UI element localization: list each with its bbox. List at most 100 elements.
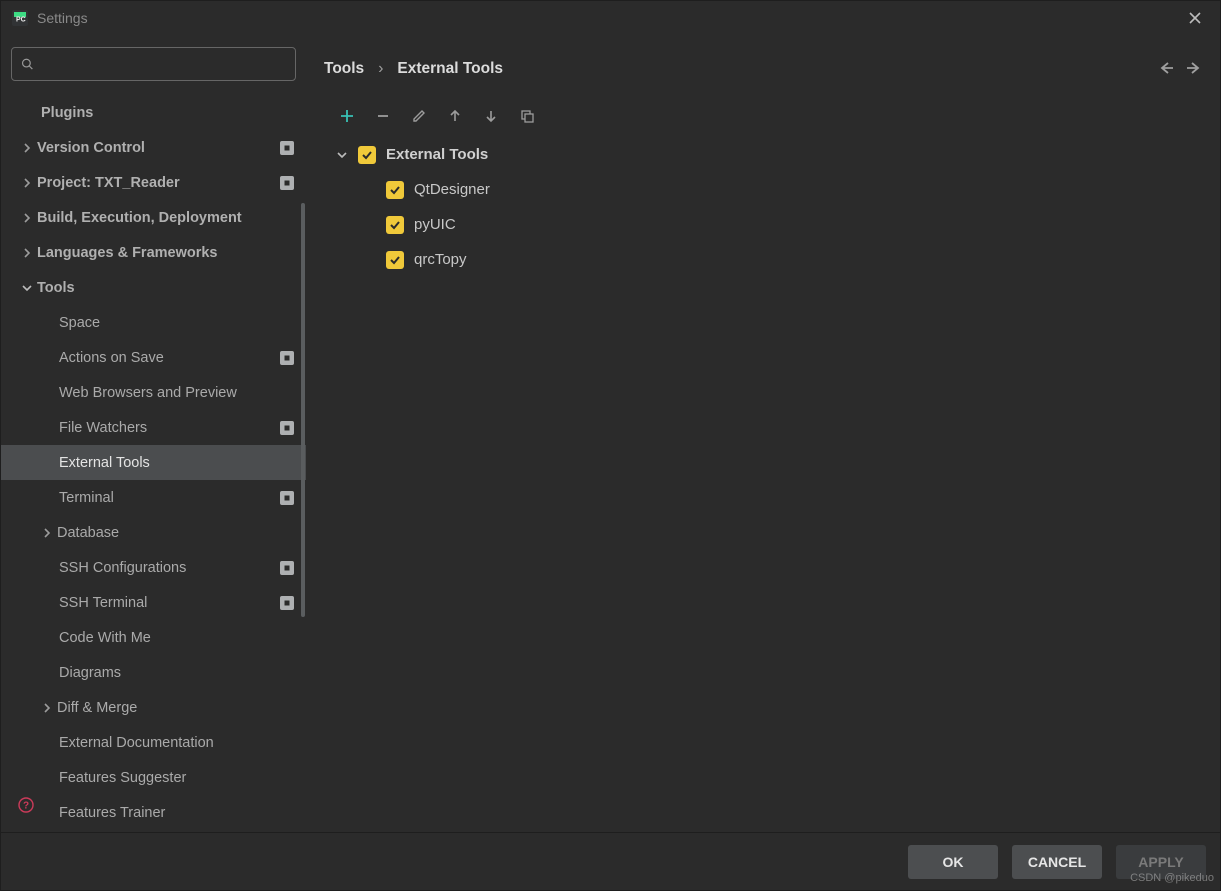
sidebar-item[interactable]: Plugins bbox=[1, 95, 306, 130]
help-button[interactable]: ? bbox=[13, 792, 39, 818]
edit-tool-button[interactable] bbox=[410, 107, 428, 125]
search-icon bbox=[20, 56, 35, 72]
sidebar-item-label: Actions on Save bbox=[59, 350, 164, 366]
group-checkbox[interactable] bbox=[358, 146, 376, 164]
sidebar-item[interactable]: Database bbox=[1, 515, 306, 550]
sidebar-item[interactable]: Languages & Frameworks bbox=[1, 235, 306, 270]
tools-toolbar bbox=[324, 103, 1202, 137]
project-badge-icon bbox=[280, 596, 294, 610]
sidebar-item[interactable]: SSH Terminal bbox=[1, 585, 306, 620]
sidebar-item[interactable]: External Tools bbox=[1, 445, 306, 480]
dialog-footer: OK CANCEL APPLY bbox=[1, 832, 1220, 890]
settings-dialog: PC Settings PluginsVer bbox=[0, 0, 1221, 891]
sidebar-item-label: Version Control bbox=[37, 140, 145, 156]
sidebar-item[interactable]: Build, Execution, Deployment bbox=[1, 200, 306, 235]
svg-text:?: ? bbox=[23, 801, 29, 812]
arrow-up-icon bbox=[448, 109, 462, 123]
scrollbar-thumb[interactable] bbox=[301, 203, 305, 617]
sidebar-item-label: Code With Me bbox=[59, 630, 151, 646]
sidebar-item[interactable]: Features Suggester bbox=[1, 760, 306, 795]
sidebar-item[interactable]: External Documentation bbox=[1, 725, 306, 760]
breadcrumb: Tools › External Tools bbox=[324, 60, 503, 78]
header-row: Tools › External Tools bbox=[324, 35, 1202, 103]
chevron-right-icon bbox=[39, 703, 55, 713]
ok-button[interactable]: OK bbox=[908, 845, 998, 879]
sidebar-item-label: Terminal bbox=[59, 490, 114, 506]
move-down-button[interactable] bbox=[482, 107, 500, 125]
sidebar-item[interactable]: Features Trainer bbox=[1, 795, 306, 830]
sidebar-item[interactable]: Space bbox=[1, 305, 306, 340]
breadcrumb-leaf: External Tools bbox=[397, 60, 503, 78]
tool-item[interactable]: qrcTopy bbox=[336, 242, 1202, 277]
external-tools-tree[interactable]: External Tools QtDesigner pyUIC qrcTopy bbox=[324, 137, 1202, 277]
titlebar: PC Settings bbox=[1, 1, 1220, 35]
close-button[interactable] bbox=[1180, 3, 1210, 33]
sidebar-item[interactable]: SSH Configurations bbox=[1, 550, 306, 585]
back-button[interactable] bbox=[1158, 61, 1174, 78]
dialog-body: Plugins Version Control Project: TXT_Reade… bbox=[1, 35, 1220, 832]
pencil-icon bbox=[412, 109, 426, 123]
settings-main: Tools › External Tools bbox=[306, 35, 1220, 832]
sidebar-item-label: Database bbox=[57, 525, 119, 541]
sidebar-item[interactable]: Project: TXT_Reader bbox=[1, 165, 306, 200]
sidebar-item-label: External Tools bbox=[59, 455, 150, 471]
sidebar-item-label: SSH Terminal bbox=[59, 595, 147, 611]
project-badge-icon bbox=[280, 141, 294, 155]
sidebar-item[interactable]: Diagrams bbox=[1, 655, 306, 690]
apply-button[interactable]: APPLY bbox=[1116, 845, 1206, 879]
pycharm-icon: PC bbox=[11, 9, 29, 27]
remove-tool-button[interactable] bbox=[374, 107, 392, 125]
sidebar-item-label: Diagrams bbox=[59, 665, 121, 681]
sidebar-item-label: Tools bbox=[37, 280, 75, 296]
tools-group-node[interactable]: External Tools bbox=[336, 137, 1202, 172]
sidebar-item[interactable]: Code With Me bbox=[1, 620, 306, 655]
help-icon: ? bbox=[17, 796, 35, 814]
copy-tool-button[interactable] bbox=[518, 107, 536, 125]
add-tool-button[interactable] bbox=[338, 107, 356, 125]
sidebar-item[interactable]: File Watchers bbox=[1, 410, 306, 445]
tool-checkbox[interactable] bbox=[386, 251, 404, 269]
breadcrumb-root[interactable]: Tools bbox=[324, 60, 364, 78]
tool-item[interactable]: QtDesigner bbox=[336, 172, 1202, 207]
sidebar-item[interactable]: Diff & Merge bbox=[1, 690, 306, 725]
tool-checkbox[interactable] bbox=[386, 216, 404, 234]
chevron-down-icon bbox=[336, 149, 348, 161]
sidebar-item-label: External Documentation bbox=[59, 735, 214, 751]
settings-tree[interactable]: Plugins Version Control Project: TXT_Reade… bbox=[1, 85, 306, 832]
arrow-down-icon bbox=[484, 109, 498, 123]
arrow-left-icon bbox=[1158, 61, 1174, 75]
tool-label: QtDesigner bbox=[414, 181, 490, 198]
close-icon bbox=[1188, 11, 1202, 25]
sidebar-item[interactable]: Terminal bbox=[1, 480, 306, 515]
sidebar-item-label: Space bbox=[59, 315, 100, 331]
check-icon bbox=[389, 254, 401, 266]
sidebar-item-label: Web Browsers and Preview bbox=[59, 385, 237, 401]
chevron-right-icon bbox=[19, 213, 35, 223]
sidebar-item-label: SSH Configurations bbox=[59, 560, 186, 576]
tool-checkbox[interactable] bbox=[386, 181, 404, 199]
cancel-button[interactable]: CANCEL bbox=[1012, 845, 1102, 879]
chevron-right-icon bbox=[19, 178, 35, 188]
tool-item[interactable]: pyUIC bbox=[336, 207, 1202, 242]
project-badge-icon bbox=[280, 421, 294, 435]
sidebar-item[interactable]: Version Control bbox=[1, 130, 306, 165]
search-input[interactable] bbox=[43, 56, 287, 72]
project-badge-icon bbox=[280, 176, 294, 190]
chevron-right-icon: › bbox=[378, 60, 383, 78]
sidebar-item[interactable]: Actions on Save bbox=[1, 340, 306, 375]
sidebar-item-label: Features Suggester bbox=[59, 770, 186, 786]
group-label: External Tools bbox=[386, 146, 488, 163]
project-badge-icon bbox=[280, 491, 294, 505]
settings-sidebar: Plugins Version Control Project: TXT_Reade… bbox=[1, 35, 306, 832]
search-box[interactable] bbox=[11, 47, 296, 81]
chevron-right-icon bbox=[39, 528, 55, 538]
sidebar-item[interactable]: Web Browsers and Preview bbox=[1, 375, 306, 410]
nav-arrows bbox=[1158, 61, 1202, 78]
sidebar-item-label: Project: TXT_Reader bbox=[37, 175, 180, 191]
forward-button[interactable] bbox=[1186, 61, 1202, 78]
chevron-right-icon bbox=[19, 143, 35, 153]
sidebar-item-label: Plugins bbox=[41, 105, 93, 121]
tool-label: pyUIC bbox=[414, 216, 456, 233]
move-up-button[interactable] bbox=[446, 107, 464, 125]
sidebar-item[interactable]: Tools bbox=[1, 270, 306, 305]
